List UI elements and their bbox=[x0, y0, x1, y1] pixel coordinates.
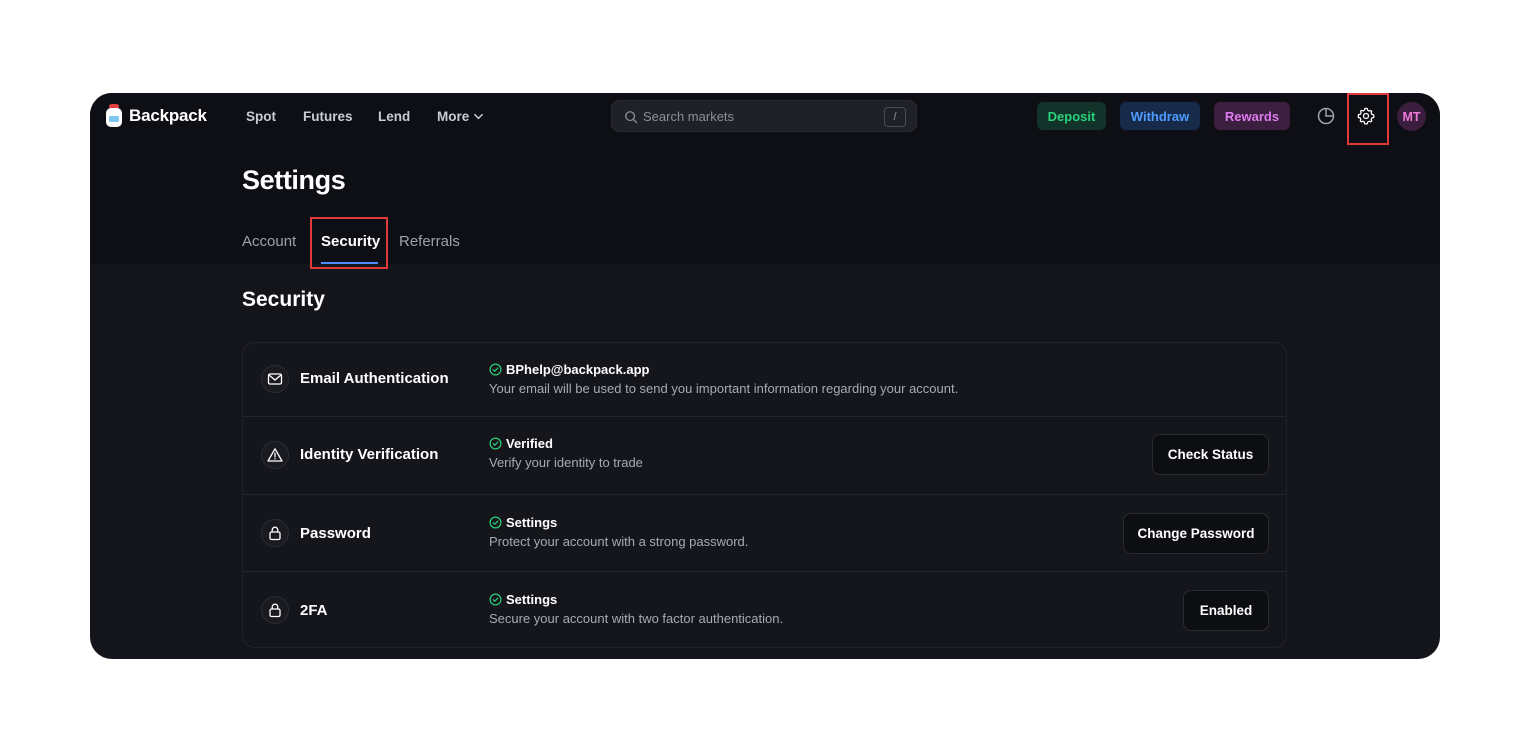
portfolio-button[interactable] bbox=[1316, 106, 1336, 126]
row-status: Verified bbox=[489, 436, 553, 451]
mail-icon-wrap bbox=[261, 365, 289, 393]
deposit-button[interactable]: Deposit bbox=[1037, 102, 1106, 130]
security-row-2fa: 2FA Settings Secure your account with tw… bbox=[243, 571, 1286, 648]
search-input[interactable] bbox=[643, 106, 873, 126]
security-row-password: Password Settings Protect your account w… bbox=[243, 494, 1286, 571]
row-status: Settings bbox=[489, 515, 557, 530]
lock-icon-wrap bbox=[261, 596, 289, 624]
row-description: Your email will be used to send you impo… bbox=[489, 381, 959, 396]
rewards-button[interactable]: Rewards bbox=[1214, 102, 1290, 130]
row-status-text: Settings bbox=[506, 592, 558, 607]
brand-name: Backpack bbox=[129, 106, 207, 125]
warning-icon bbox=[267, 448, 283, 462]
change-password-button[interactable]: Change Password bbox=[1123, 513, 1269, 554]
tab-account[interactable]: Account bbox=[242, 233, 296, 250]
row-title: Email Authentication bbox=[300, 370, 449, 387]
nav-futures[interactable]: Futures bbox=[303, 109, 353, 124]
security-card: Email Authentication BPhelp@backpack.app… bbox=[242, 342, 1287, 648]
lock-icon bbox=[269, 526, 281, 541]
row-description: Protect your account with a strong passw… bbox=[489, 534, 749, 549]
row-description: Verify your identity to trade bbox=[489, 455, 643, 470]
page-title: Settings bbox=[242, 165, 346, 195]
lock-icon-wrap bbox=[261, 519, 289, 547]
enabled-2fa-button[interactable]: Enabled bbox=[1183, 590, 1269, 631]
row-status: Settings bbox=[489, 592, 557, 607]
backpack-logo-icon bbox=[106, 104, 122, 127]
search-icon bbox=[625, 111, 638, 124]
tab-referrals[interactable]: Referrals bbox=[399, 233, 460, 250]
check-circle-icon bbox=[489, 437, 502, 450]
row-title: Identity Verification bbox=[300, 446, 439, 463]
check-circle-icon bbox=[489, 363, 502, 376]
search-shortcut-key: / bbox=[884, 107, 906, 127]
chevron-down-icon bbox=[474, 113, 484, 120]
row-status-text: Verified bbox=[506, 436, 553, 451]
pie-chart-icon bbox=[1317, 107, 1335, 125]
row-title: 2FA bbox=[300, 602, 328, 619]
row-description: Secure your account with two factor auth… bbox=[489, 611, 784, 626]
check-circle-icon bbox=[489, 516, 502, 529]
security-tab-highlight-box bbox=[310, 217, 388, 269]
search-bar[interactable]: / bbox=[611, 100, 917, 132]
row-status-text: Settings bbox=[506, 515, 558, 530]
row-status-text: BPhelp@backpack.app bbox=[506, 362, 650, 377]
security-row-identity: Identity Verification Verified Verify yo… bbox=[243, 416, 1286, 494]
section-title: Security bbox=[242, 288, 325, 311]
withdraw-button[interactable]: Withdraw bbox=[1120, 102, 1200, 130]
user-avatar[interactable]: MT bbox=[1397, 102, 1426, 131]
warning-icon-wrap bbox=[261, 441, 289, 469]
settings-highlight-box bbox=[1347, 93, 1389, 145]
lock-icon bbox=[269, 603, 281, 618]
check-circle-icon bbox=[489, 593, 502, 606]
row-status: BPhelp@backpack.app bbox=[489, 362, 649, 377]
row-title: Password bbox=[300, 525, 371, 542]
app-window: Backpack Spot Futures Lend More / Deposi… bbox=[90, 93, 1440, 659]
nav-spot[interactable]: Spot bbox=[246, 109, 276, 124]
security-row-email: Email Authentication BPhelp@backpack.app… bbox=[243, 343, 1286, 416]
mail-icon bbox=[267, 373, 283, 385]
check-status-button[interactable]: Check Status bbox=[1152, 434, 1269, 475]
brand-logo[interactable]: Backpack bbox=[105, 104, 207, 128]
nav-lend[interactable]: Lend bbox=[378, 109, 410, 124]
nav-more[interactable]: More bbox=[437, 109, 484, 124]
nav-more-label: More bbox=[437, 109, 470, 124]
